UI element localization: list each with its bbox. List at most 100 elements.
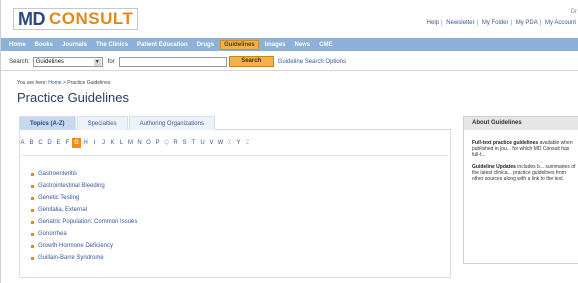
topic-item[interactable]: Gastrointestinal Bleeding (31, 180, 137, 192)
nav-cme[interactable]: CME (319, 42, 332, 48)
about-guidelines-panel: About Guidelines Full-text practice guid… (463, 116, 578, 264)
letter-d[interactable]: D (45, 140, 54, 146)
search-bar: Search: Guidelines ▼ for Search Guidelin… (1, 53, 578, 71)
breadcrumb-prefix: You are here: (17, 80, 47, 86)
topic-link[interactable]: Gastroenteritis (38, 168, 77, 180)
bullet-icon (31, 172, 34, 176)
letter-h[interactable]: H (81, 140, 90, 146)
guideline-tabs: Topics (A-Z) Specialties Authoring Organ… (19, 116, 451, 130)
letter-w[interactable]: W (216, 140, 225, 146)
letter-j[interactable]: J (99, 140, 108, 146)
letter-a[interactable]: A (18, 140, 27, 146)
breadcrumb-current: Practice Guidelines (67, 80, 111, 86)
topic-link[interactable]: Genetic Testing (38, 192, 79, 204)
guideline-search-options-link[interactable]: Guideline Search Options (278, 59, 346, 65)
nav-journals[interactable]: Journals (62, 42, 87, 48)
nav-guidelines[interactable]: Guidelines (220, 39, 259, 50)
nav-home[interactable]: Home (9, 42, 26, 48)
letter-i[interactable]: I (90, 140, 99, 146)
page: MD CONSULT Dr Help | Newsletter | My Folde… (0, 0, 578, 283)
letter-p[interactable]: P (153, 140, 162, 146)
letter-x: X (227, 140, 232, 146)
letter-y[interactable]: Y (234, 140, 243, 146)
topic-link[interactable]: Gonorrhea (38, 228, 67, 240)
letter-b[interactable]: B (27, 140, 36, 146)
nav-the-clinics[interactable]: The Clinics (96, 42, 128, 48)
search-button[interactable]: Search (228, 56, 274, 67)
letter-l[interactable]: L (117, 140, 126, 146)
main-nav: Home Books Journals The Clinics Patient … (1, 38, 578, 51)
nav-drugs[interactable]: Drugs (197, 42, 214, 48)
bullet-icon (31, 244, 34, 248)
tab-topics-a-z[interactable]: Topics (A-Z) (19, 116, 76, 130)
letter-f[interactable]: F (63, 140, 72, 146)
my-pda-link[interactable]: My PDA (516, 20, 538, 26)
alphabet-filter: ABCDEFGHIJKLMNOPQRSTUVWXYZ (18, 138, 252, 148)
my-account-link[interactable]: My Account (545, 20, 576, 26)
logo-md: MD (18, 8, 46, 29)
bullet-icon (31, 208, 34, 212)
letter-t[interactable]: T (189, 140, 198, 146)
letter-s[interactable]: S (180, 140, 189, 146)
newsletter-link[interactable]: Newsletter (446, 20, 474, 26)
topic-link[interactable]: Gastrointestinal Bleeding (38, 180, 105, 192)
bullet-icon (31, 220, 34, 224)
header: MD CONSULT Dr Help | Newsletter | My Folde… (1, 0, 578, 38)
topic-link[interactable]: Growth Hormone Deficiency (38, 240, 113, 252)
separator: | (539, 20, 542, 26)
nav-images[interactable]: Images (265, 42, 286, 48)
letter-m[interactable]: M (126, 140, 135, 146)
topic-item[interactable]: Genetic Testing (31, 192, 137, 204)
nav-patient-education[interactable]: Patient Education (137, 42, 188, 48)
bullet-icon (31, 184, 34, 188)
letter-e[interactable]: E (54, 140, 63, 146)
separator: | (441, 20, 443, 26)
md-consult-logo[interactable]: MD CONSULT (13, 8, 139, 30)
divider (21, 155, 449, 156)
letter-c[interactable]: C (36, 140, 45, 146)
letter-k[interactable]: K (108, 140, 117, 146)
topic-item[interactable]: Gastroenteritis (31, 168, 137, 180)
letter-v[interactable]: V (207, 140, 216, 146)
tab-specialties[interactable]: Specialties (76, 116, 128, 130)
help-link[interactable]: Help (427, 20, 439, 26)
topic-item[interactable]: Growth Hormone Deficiency (31, 240, 137, 252)
topic-link[interactable]: Genitalia, External (38, 204, 87, 216)
topic-item[interactable]: Gonorrhea (31, 228, 137, 240)
logo-consult: CONSULT (49, 9, 134, 28)
topic-link[interactable]: Guillain-Barre Syndrome (38, 252, 104, 264)
topic-item[interactable]: Guillain-Barre Syndrome (31, 252, 137, 264)
bullet-icon (31, 196, 34, 200)
breadcrumb: You are here: Home > Practice Guidelines (17, 80, 110, 86)
breadcrumb-home[interactable]: Home (48, 80, 61, 86)
separator: | (476, 20, 479, 26)
letter-o[interactable]: O (144, 140, 153, 146)
search-scope-value: Guidelines (35, 58, 65, 65)
search-scope-select[interactable]: Guidelines ▼ (32, 56, 103, 67)
topic-item[interactable]: Genitalia, External (31, 204, 137, 216)
topic-link[interactable]: Geriatric Population: Common Issues (38, 216, 137, 228)
separator: | (510, 20, 513, 26)
letter-n[interactable]: N (135, 140, 144, 146)
nav-news[interactable]: News (294, 42, 310, 48)
letter-q: Q (164, 140, 169, 146)
bullet-icon (31, 256, 34, 260)
about-guidelines-title: About Guidelines (464, 117, 578, 130)
nav-books[interactable]: Books (35, 42, 53, 48)
utility-links: Help | Newsletter | My Folder | My PDA | My … (426, 20, 577, 26)
breadcrumb-separator: > (62, 80, 66, 86)
search-input[interactable] (118, 56, 227, 67)
my-folder-link[interactable]: My Folder (482, 20, 509, 26)
search-label: Search: (9, 58, 30, 65)
topic-item[interactable]: Geriatric Population: Common Issues (31, 216, 137, 228)
about-para-2: Guideline Updates includes b... summarie… (472, 164, 578, 182)
topic-list: Gastroenteritis Gastrointestinal Bleeding… (31, 168, 137, 264)
tab-authoring-organizations[interactable]: Authoring Organizations (128, 116, 215, 130)
about-guidelines-body: Full-text practice guidelines available … (464, 130, 578, 182)
user-greeting: Dr (570, 9, 577, 15)
letter-r[interactable]: R (171, 140, 180, 146)
letter-g[interactable]: G (72, 138, 81, 148)
page-title: Practice Guidelines (17, 90, 129, 105)
letter-u[interactable]: U (198, 140, 207, 146)
for-label: for (107, 58, 115, 65)
